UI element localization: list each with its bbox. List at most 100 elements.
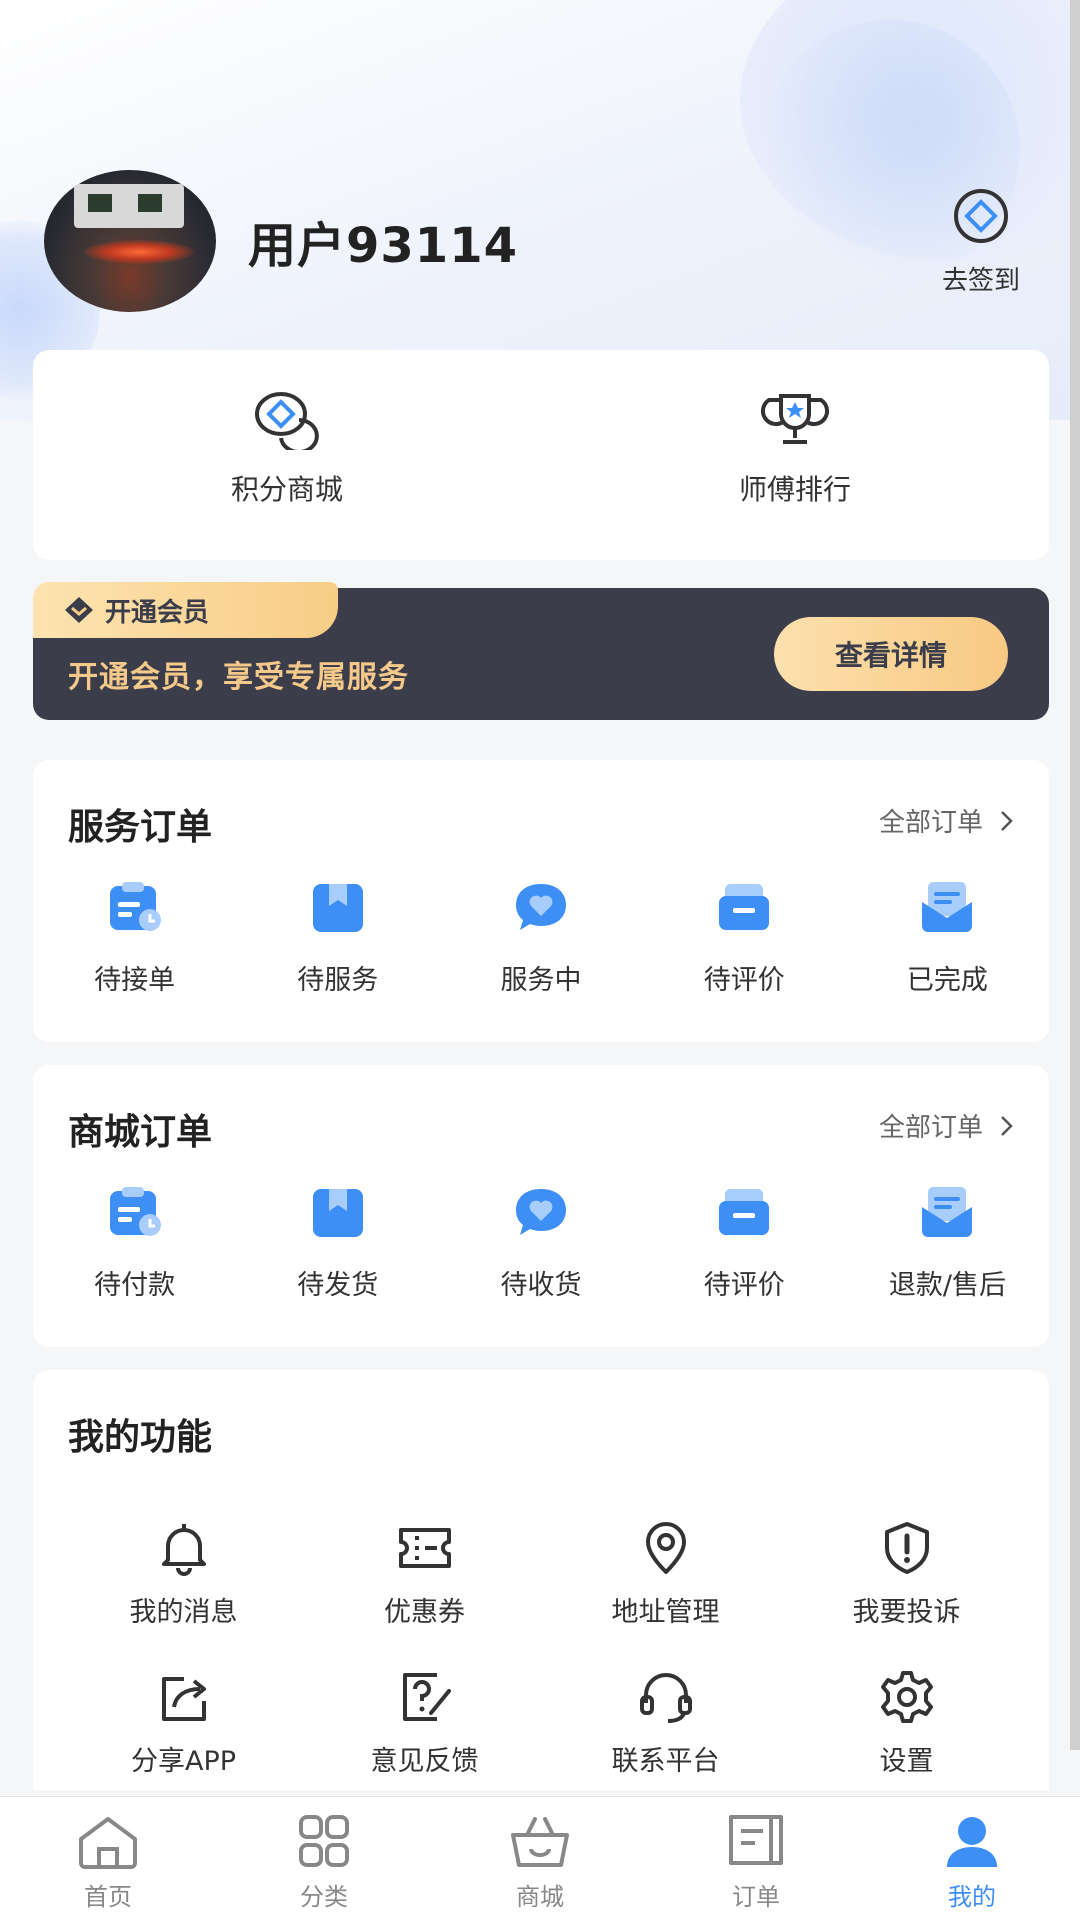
quick-links-card: 积分商城 师傅排行 <box>33 350 1049 560</box>
tab-mall[interactable]: 商城 <box>432 1797 648 1920</box>
my-functions-card: 我的功能 我的消息 优惠券 地址管理 我要投诉 分享APP 意见反馈 联系平台 … <box>33 1370 1049 1790</box>
order-status-label: 已完成 <box>906 965 988 996</box>
order-pending-review[interactable]: 待评价 <box>643 880 846 997</box>
vip-tag-label: 开通会员 <box>105 597 210 628</box>
scrollbar <box>1070 0 1080 1750</box>
contact-platform-button[interactable]: 联系平台 <box>545 1669 786 1778</box>
chat-heart-icon <box>516 884 566 930</box>
function-label: 分享APP <box>130 1746 237 1777</box>
trophy-icon <box>761 394 829 444</box>
my-messages-button[interactable]: 我的消息 <box>63 1520 304 1629</box>
tab-label: 我的 <box>948 1883 996 1911</box>
location-pin-icon <box>645 1522 686 1574</box>
clipboard-clock-icon <box>109 882 161 931</box>
tray-icon <box>719 884 770 930</box>
chevron-right-icon <box>1001 1115 1013 1136</box>
function-label: 优惠券 <box>384 1597 465 1628</box>
share-icon <box>161 1677 206 1721</box>
bookmark-box-icon <box>312 884 363 932</box>
vip-text: 开通会员，享受专属服务 <box>68 660 409 695</box>
feedback-button[interactable]: 意见反馈 <box>304 1669 545 1778</box>
order-pending-receipt[interactable]: 待收货 <box>439 1185 642 1302</box>
vip-tag: 开通会员 <box>33 582 338 638</box>
order-status-label: 待收货 <box>500 1270 582 1301</box>
order-status-label: 退款/售后 <box>888 1270 1006 1301</box>
order-status-label: 待评价 <box>703 1270 785 1301</box>
service-orders-title: 服务订单 <box>68 807 213 848</box>
vip-details-button[interactable]: 查看详情 <box>774 617 1008 691</box>
my-functions-title: 我的功能 <box>68 1417 213 1458</box>
mall-all-orders-label: 全部订单 <box>878 1113 983 1143</box>
chevron-right-icon <box>1001 810 1013 831</box>
username: 用户93114 <box>248 218 518 274</box>
tab-orders[interactable]: 订单 <box>648 1797 864 1920</box>
ticket-icon <box>398 1528 451 1568</box>
order-pending-payment[interactable]: 待付款 <box>33 1185 236 1302</box>
grid-icon <box>299 1815 349 1867</box>
tab-category[interactable]: 分类 <box>216 1797 432 1920</box>
order-status-label: 待评价 <box>703 965 785 996</box>
document-list-icon <box>729 1815 783 1865</box>
order-status-label: 待服务 <box>297 965 379 996</box>
master-ranking-label: 师傅排行 <box>738 473 851 506</box>
bookmark-box-icon <box>312 1189 363 1237</box>
tray-icon <box>719 1189 770 1235</box>
coupons-button[interactable]: 优惠券 <box>304 1520 545 1629</box>
user-icon <box>947 1817 997 1867</box>
points-mall-label: 积分商城 <box>230 473 343 506</box>
feedback-question-icon <box>402 1673 451 1721</box>
signin-diamond-icon <box>954 189 1008 243</box>
function-label: 意见反馈 <box>370 1746 479 1777</box>
vip-diamond-icon <box>65 597 93 623</box>
tab-mine[interactable]: 我的 <box>864 1797 1080 1920</box>
tab-label: 商城 <box>516 1883 564 1911</box>
points-mall-icon <box>255 392 319 450</box>
service-all-orders-label: 全部订单 <box>878 808 983 838</box>
profile-header: 用户93114 <box>44 170 518 312</box>
avatar[interactable] <box>44 170 216 312</box>
function-label: 我的消息 <box>129 1597 238 1628</box>
order-completed[interactable]: 已完成 <box>846 880 1049 997</box>
function-label: 联系平台 <box>611 1746 720 1777</box>
headset-icon <box>639 1673 692 1723</box>
tab-label: 首页 <box>84 1883 132 1911</box>
order-pending-shipment[interactable]: 待发货 <box>236 1185 439 1302</box>
points-mall-button[interactable]: 积分商城 <box>33 350 541 560</box>
order-pending-accept[interactable]: 待接单 <box>33 880 236 997</box>
shopping-basket-icon <box>511 1817 569 1867</box>
mail-open-icon <box>922 1187 973 1237</box>
address-management-button[interactable]: 地址管理 <box>545 1520 786 1629</box>
tab-home[interactable]: 首页 <box>0 1797 216 1920</box>
order-mall-pending-review[interactable]: 待评价 <box>643 1185 846 1302</box>
order-in-service[interactable]: 服务中 <box>439 880 642 997</box>
order-pending-service[interactable]: 待服务 <box>236 880 439 997</box>
share-app-button[interactable]: 分享APP <box>63 1669 304 1778</box>
order-status-label: 待接单 <box>94 965 176 996</box>
function-label: 我要投诉 <box>852 1597 961 1628</box>
chat-heart-icon <box>516 1189 566 1235</box>
clipboard-clock-icon <box>109 1187 161 1236</box>
master-ranking-button[interactable]: 师傅排行 <box>541 350 1049 560</box>
function-label: 设置 <box>879 1746 934 1777</box>
service-orders-card: 服务订单 全部订单 待接单 待服务 服务中 待评价 已完成 <box>33 760 1049 1042</box>
order-status-label: 待发货 <box>297 1270 379 1301</box>
home-icon <box>79 1817 137 1869</box>
mall-orders-card: 商城订单 全部订单 待付款 待发货 待收货 待评价 退款/售后 <box>33 1065 1049 1347</box>
signin-button[interactable]: 去签到 <box>926 188 1036 297</box>
service-all-orders-link[interactable]: 全部订单 <box>879 802 1019 839</box>
gear-icon <box>880 1671 933 1723</box>
bottom-nav: 首页 分类 商城 订单 我的 <box>0 1796 1080 1920</box>
tab-label: 分类 <box>300 1883 348 1911</box>
order-status-label: 服务中 <box>500 965 582 996</box>
mall-orders-title: 商城订单 <box>68 1112 213 1153</box>
mail-open-icon <box>922 882 973 932</box>
order-status-label: 待付款 <box>94 1270 176 1301</box>
shield-alert-icon <box>884 1522 929 1574</box>
complaint-button[interactable]: 我要投诉 <box>786 1520 1027 1629</box>
signin-label: 去签到 <box>941 266 1020 296</box>
tab-label: 订单 <box>732 1883 780 1911</box>
mall-all-orders-link[interactable]: 全部订单 <box>879 1107 1019 1144</box>
order-refund-aftersale[interactable]: 退款/售后 <box>846 1185 1049 1302</box>
bell-icon <box>161 1524 206 1576</box>
settings-button[interactable]: 设置 <box>786 1669 1027 1778</box>
